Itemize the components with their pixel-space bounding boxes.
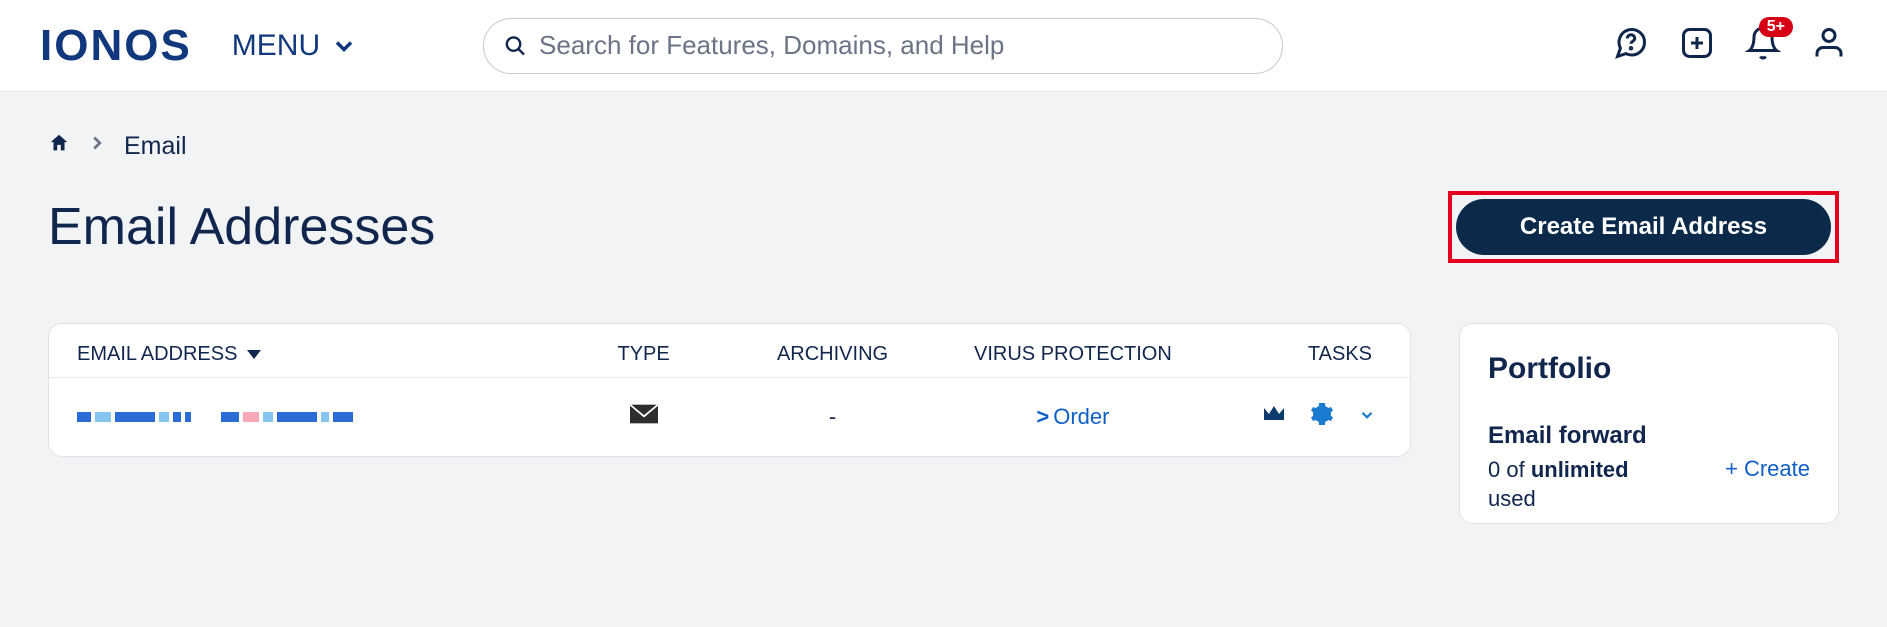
chevron-right-icon: >: [1036, 404, 1049, 429]
virus-cell: >Order: [936, 404, 1211, 430]
breadcrumb-email[interactable]: Email: [124, 132, 187, 161]
create-forward-link[interactable]: + Create: [1725, 456, 1810, 482]
email-address-cell: [77, 412, 558, 422]
archiving-cell: -: [729, 404, 935, 430]
plus-square-icon: [1679, 25, 1715, 61]
notifications-button[interactable]: 5+: [1745, 25, 1781, 66]
plus-icon: +: [1725, 456, 1738, 482]
gear-icon: [1310, 402, 1334, 426]
type-cell: [558, 404, 730, 430]
portfolio-card: Portfolio Email forward 0 of unlimited u…: [1459, 323, 1839, 524]
menu-button[interactable]: MENU: [232, 29, 358, 63]
help-chat-button[interactable]: [1613, 25, 1649, 66]
brand-logo: IONOS: [40, 21, 192, 71]
col-email-address[interactable]: EMAIL ADDRESS: [77, 342, 558, 367]
table-row[interactable]: - >Order: [49, 377, 1410, 456]
portfolio-title: Portfolio: [1488, 352, 1810, 386]
email-forward-label: Email forward: [1488, 422, 1810, 450]
add-button[interactable]: [1679, 25, 1715, 66]
row-expand-button[interactable]: [1358, 404, 1376, 430]
create-button-highlight: Create Email Address: [1448, 191, 1839, 263]
home-icon: [48, 132, 70, 154]
user-icon: [1811, 25, 1847, 61]
chevron-down-icon: [1358, 406, 1376, 424]
crown-icon[interactable]: [1262, 404, 1286, 430]
order-label: Order: [1053, 404, 1109, 429]
menu-label: MENU: [232, 29, 320, 63]
chat-question-icon: [1613, 25, 1649, 61]
top-header: IONOS MENU 5+: [0, 0, 1887, 92]
search-bar[interactable]: [483, 18, 1283, 74]
col-virus[interactable]: VIRUS PROTECTION: [936, 342, 1211, 367]
col-archiving[interactable]: ARCHIVING: [729, 342, 935, 367]
settings-gear-button[interactable]: [1310, 402, 1334, 432]
chevron-right-icon: [86, 132, 108, 154]
page-title: Email Addresses: [48, 197, 435, 257]
notification-badge: 5+: [1759, 17, 1793, 37]
breadcrumb: Email: [48, 132, 1839, 161]
search-input[interactable]: [539, 30, 1262, 61]
create-forward-label: Create: [1744, 456, 1810, 482]
create-email-button[interactable]: Create Email Address: [1456, 199, 1831, 255]
sort-desc-icon: [247, 350, 261, 359]
col-tasks: TASKS: [1210, 342, 1382, 367]
breadcrumb-separator: [86, 132, 108, 161]
search-icon: [504, 34, 527, 58]
col-email-label: EMAIL ADDRESS: [77, 342, 237, 367]
tasks-cell: [1210, 402, 1382, 432]
chevron-down-icon: [330, 32, 358, 60]
order-virus-link[interactable]: >Order: [1036, 404, 1109, 429]
col-type[interactable]: TYPE: [558, 342, 730, 367]
table-header: EMAIL ADDRESS TYPE ARCHIVING VIRUS PROTE…: [49, 324, 1410, 377]
header-actions: 5+: [1613, 25, 1847, 66]
mail-icon: [630, 404, 658, 424]
profile-button[interactable]: [1811, 25, 1847, 66]
breadcrumb-home[interactable]: [48, 132, 70, 161]
forward-usage: 0 of unlimited used: [1488, 456, 1629, 513]
email-table: EMAIL ADDRESS TYPE ARCHIVING VIRUS PROTE…: [48, 323, 1411, 457]
